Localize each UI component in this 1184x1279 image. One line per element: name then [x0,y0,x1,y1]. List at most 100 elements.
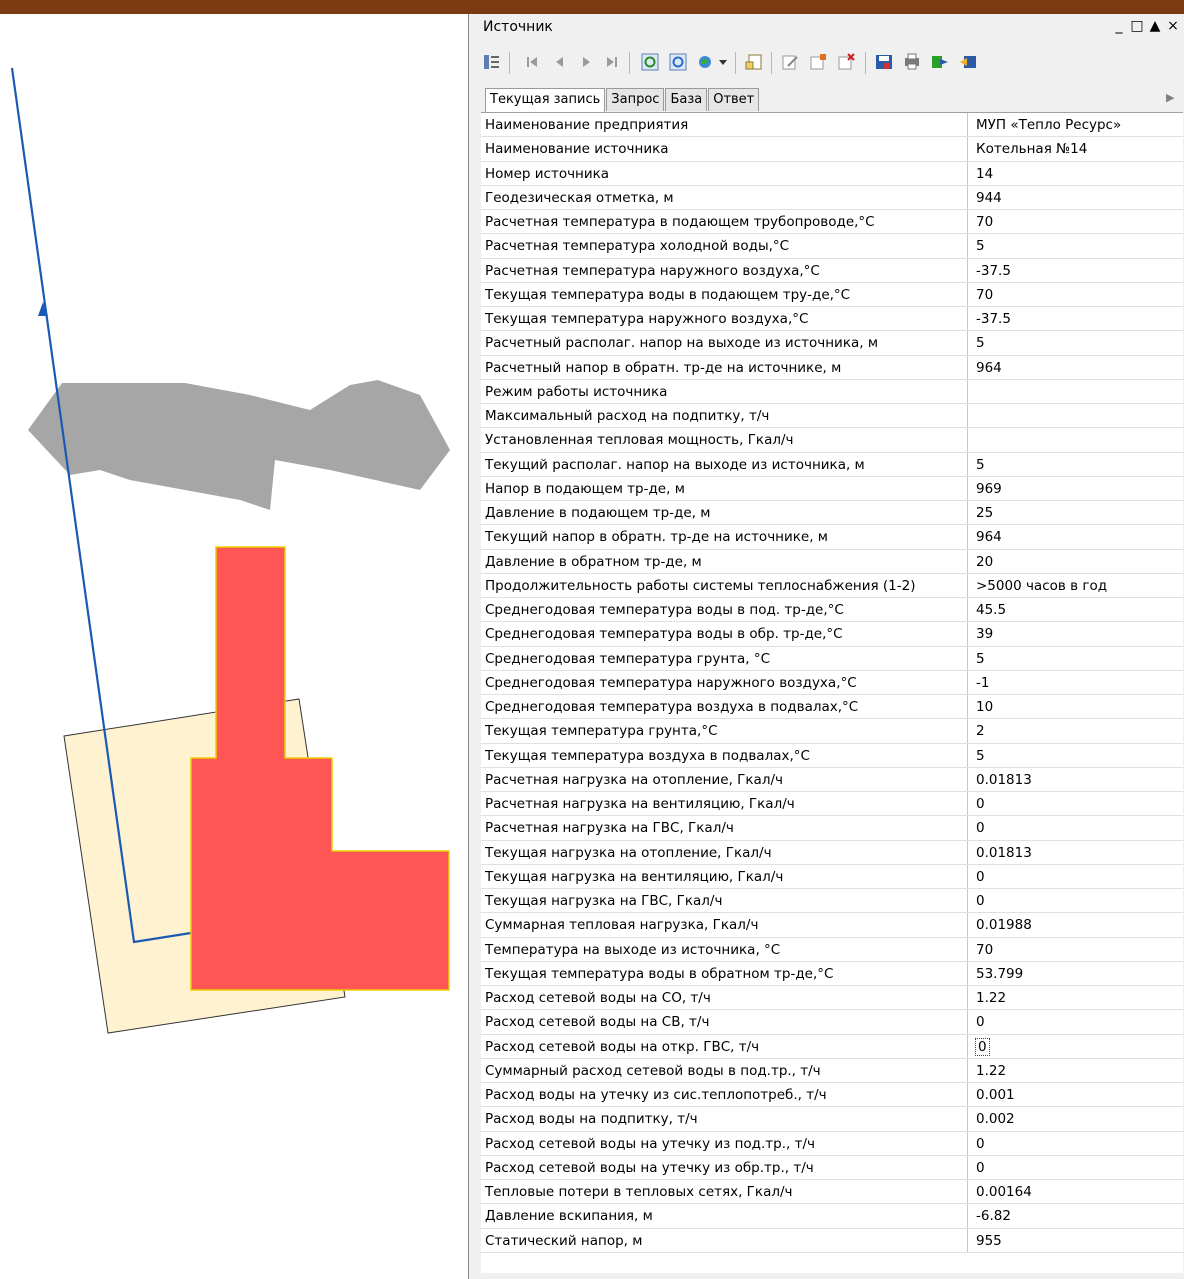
property-row[interactable]: Давление вскипания, м -6.82 [481,1204,1183,1229]
property-value[interactable]: -1 [968,671,1183,694]
property-row[interactable]: Суммарный расход сетевой воды в под.тр.,… [481,1058,1183,1083]
close-button[interactable]: × [1166,18,1180,34]
property-value[interactable]: 955 [968,1229,1183,1252]
first-record-icon[interactable] [521,51,543,73]
property-value[interactable]: 1.22 [968,986,1183,1009]
property-row[interactable]: Расчетный располаг. напор на выходе из и… [481,331,1183,356]
property-row[interactable]: Продолжительность работы системы теплосн… [481,573,1183,598]
dropdown-icon[interactable] [717,51,729,73]
tab-current-record[interactable]: Текущая запись [485,88,606,113]
import-icon[interactable] [957,51,979,73]
property-row[interactable]: Расчетная нагрузка на вентиляцию, Гкал/ч… [481,792,1183,817]
export-icon[interactable] [929,51,951,73]
property-value[interactable] [968,428,1183,451]
property-row[interactable]: Расчетный напор в обратн. тр-де на источ… [481,355,1183,380]
property-row[interactable]: Тепловые потери в тепловых сетях, Гкал/ч… [481,1180,1183,1205]
property-value[interactable]: 10 [968,695,1183,718]
property-value[interactable]: 0.01988 [968,913,1183,936]
property-row[interactable]: Расход воды на подпитку, т/ч 0.002 [481,1107,1183,1132]
property-value[interactable]: 70 [968,210,1183,233]
property-row[interactable]: Расчетная температура наружного воздуха,… [481,258,1183,283]
columns-icon[interactable] [481,51,503,73]
property-row[interactable]: Среднегодовая температура воды в обр. тр… [481,622,1183,647]
minimize-button[interactable]: _ [1112,18,1126,34]
boiler-building-polygon[interactable] [190,546,450,991]
property-row[interactable]: Текущая температура наружного воздуха,°С… [481,307,1183,332]
tab-database[interactable]: База [665,88,708,111]
property-row[interactable]: Давление в обратном тр-де, м 20 [481,549,1183,574]
property-row[interactable]: Текущая температура воды в подающем тру-… [481,282,1183,307]
property-value[interactable]: 0.002 [968,1107,1183,1130]
property-value[interactable]: 0.00164 [968,1180,1183,1203]
property-value[interactable]: 70 [968,938,1183,961]
property-value[interactable]: -37.5 [968,259,1183,282]
property-value[interactable]: 944 [968,186,1183,209]
new-record-icon[interactable] [743,51,765,73]
property-row[interactable]: Расход сетевой воды на СВ, т/ч 0 [481,1010,1183,1035]
save-icon[interactable] [873,51,895,73]
property-row[interactable]: Статический напор, м 955 [481,1228,1183,1253]
property-value[interactable]: 20 [968,550,1183,573]
property-row[interactable]: Установленная тепловая мощность, Гкал/ч [481,428,1183,453]
property-value[interactable]: 2 [968,719,1183,742]
property-row[interactable]: Текущая температура воздуха в подвалах,°… [481,743,1183,768]
property-value[interactable]: 14 [968,162,1183,185]
property-value[interactable]: 0 [968,865,1183,888]
property-value[interactable]: МУП «Тепло Ресурс» [968,113,1183,136]
property-row[interactable]: Давление в подающем тр-де, м 25 [481,501,1183,526]
property-row[interactable]: Текущий располаг. напор на выходе из ист… [481,452,1183,477]
print-icon[interactable] [901,51,923,73]
property-value[interactable]: 0 [968,792,1183,815]
edit-record-icon[interactable] [779,51,801,73]
property-value[interactable]: 0.001 [968,1083,1183,1106]
property-row[interactable]: Среднегодовая температура наружного возд… [481,670,1183,695]
property-value[interactable]: 969 [968,477,1183,500]
property-row[interactable]: Среднегодовая температура воды в под. тр… [481,598,1183,623]
property-row[interactable]: Текущая температура грунта,°С 2 [481,719,1183,744]
property-value[interactable]: 5 [968,331,1183,354]
property-value[interactable]: 0.01813 [968,841,1183,864]
property-value[interactable]: -37.5 [968,307,1183,330]
property-row[interactable]: Температура на выходе из источника, °С 70 [481,937,1183,962]
property-row[interactable]: Геодезическая отметка, м 944 [481,185,1183,210]
property-row[interactable]: Расчетная нагрузка на отопление, Гкал/ч 0… [481,767,1183,792]
property-value[interactable]: 25 [968,501,1183,524]
locate-icon[interactable] [695,51,717,73]
property-value[interactable]: 5 [968,744,1183,767]
property-value[interactable]: 0 [968,1156,1183,1179]
property-row[interactable]: Наименование предприятия МУП «Тепло Ресур… [481,113,1183,138]
property-row[interactable]: Среднегодовая температура грунта, °С 5 [481,646,1183,671]
tab-response[interactable]: Ответ [708,88,760,111]
property-value[interactable]: 45.5 [968,598,1183,621]
property-value[interactable]: 0 [968,1035,1183,1058]
property-value[interactable]: 0 [968,1132,1183,1155]
property-row[interactable]: Текущая нагрузка на отопление, Гкал/ч 0.0… [481,840,1183,865]
property-value[interactable]: 5 [968,234,1183,257]
map-canvas[interactable] [0,14,468,1279]
gray-area-polygon[interactable] [28,380,450,510]
property-row[interactable]: Суммарная тепловая нагрузка, Гкал/ч 0.019… [481,913,1183,938]
property-row[interactable]: Текущий напор в обратн. тр-де на источни… [481,525,1183,550]
property-value[interactable]: -6.82 [968,1204,1183,1227]
property-row[interactable]: Текущая температура воды в обратном тр-д… [481,961,1183,986]
property-row[interactable]: Расчетная температура холодной воды,°С 5 [481,234,1183,259]
property-row[interactable]: Расчетная нагрузка на ГВС, Гкал/ч 0 [481,816,1183,841]
property-row[interactable]: Текущая нагрузка на ГВС, Гкал/ч 0 [481,889,1183,914]
property-row[interactable]: Расход воды на утечку из сис.теплопотреб… [481,1083,1183,1108]
property-row[interactable]: Текущая нагрузка на вентиляцию, Гкал/ч 0 [481,864,1183,889]
prev-record-icon[interactable] [549,51,571,73]
next-record-icon[interactable] [575,51,597,73]
property-value[interactable]: 5 [968,647,1183,670]
property-row[interactable]: Наименование источника Котельная №14 [481,137,1183,162]
refresh-all-icon[interactable] [667,51,689,73]
collapse-button[interactable]: ▲ [1148,18,1162,34]
property-row[interactable]: Максимальный расход на подпитку, т/ч [481,404,1183,429]
property-value[interactable]: >5000 часов в год [968,574,1183,597]
property-row[interactable]: Расход сетевой воды на откр. ГВС, т/ч 0 [481,1034,1183,1059]
property-row[interactable]: Расчетная температура в подающем трубопр… [481,210,1183,235]
property-value[interactable]: 70 [968,283,1183,306]
property-value[interactable] [968,380,1183,403]
refresh-icon[interactable] [639,51,661,73]
property-value[interactable]: 964 [968,356,1183,379]
property-value[interactable]: Котельная №14 [968,137,1183,160]
